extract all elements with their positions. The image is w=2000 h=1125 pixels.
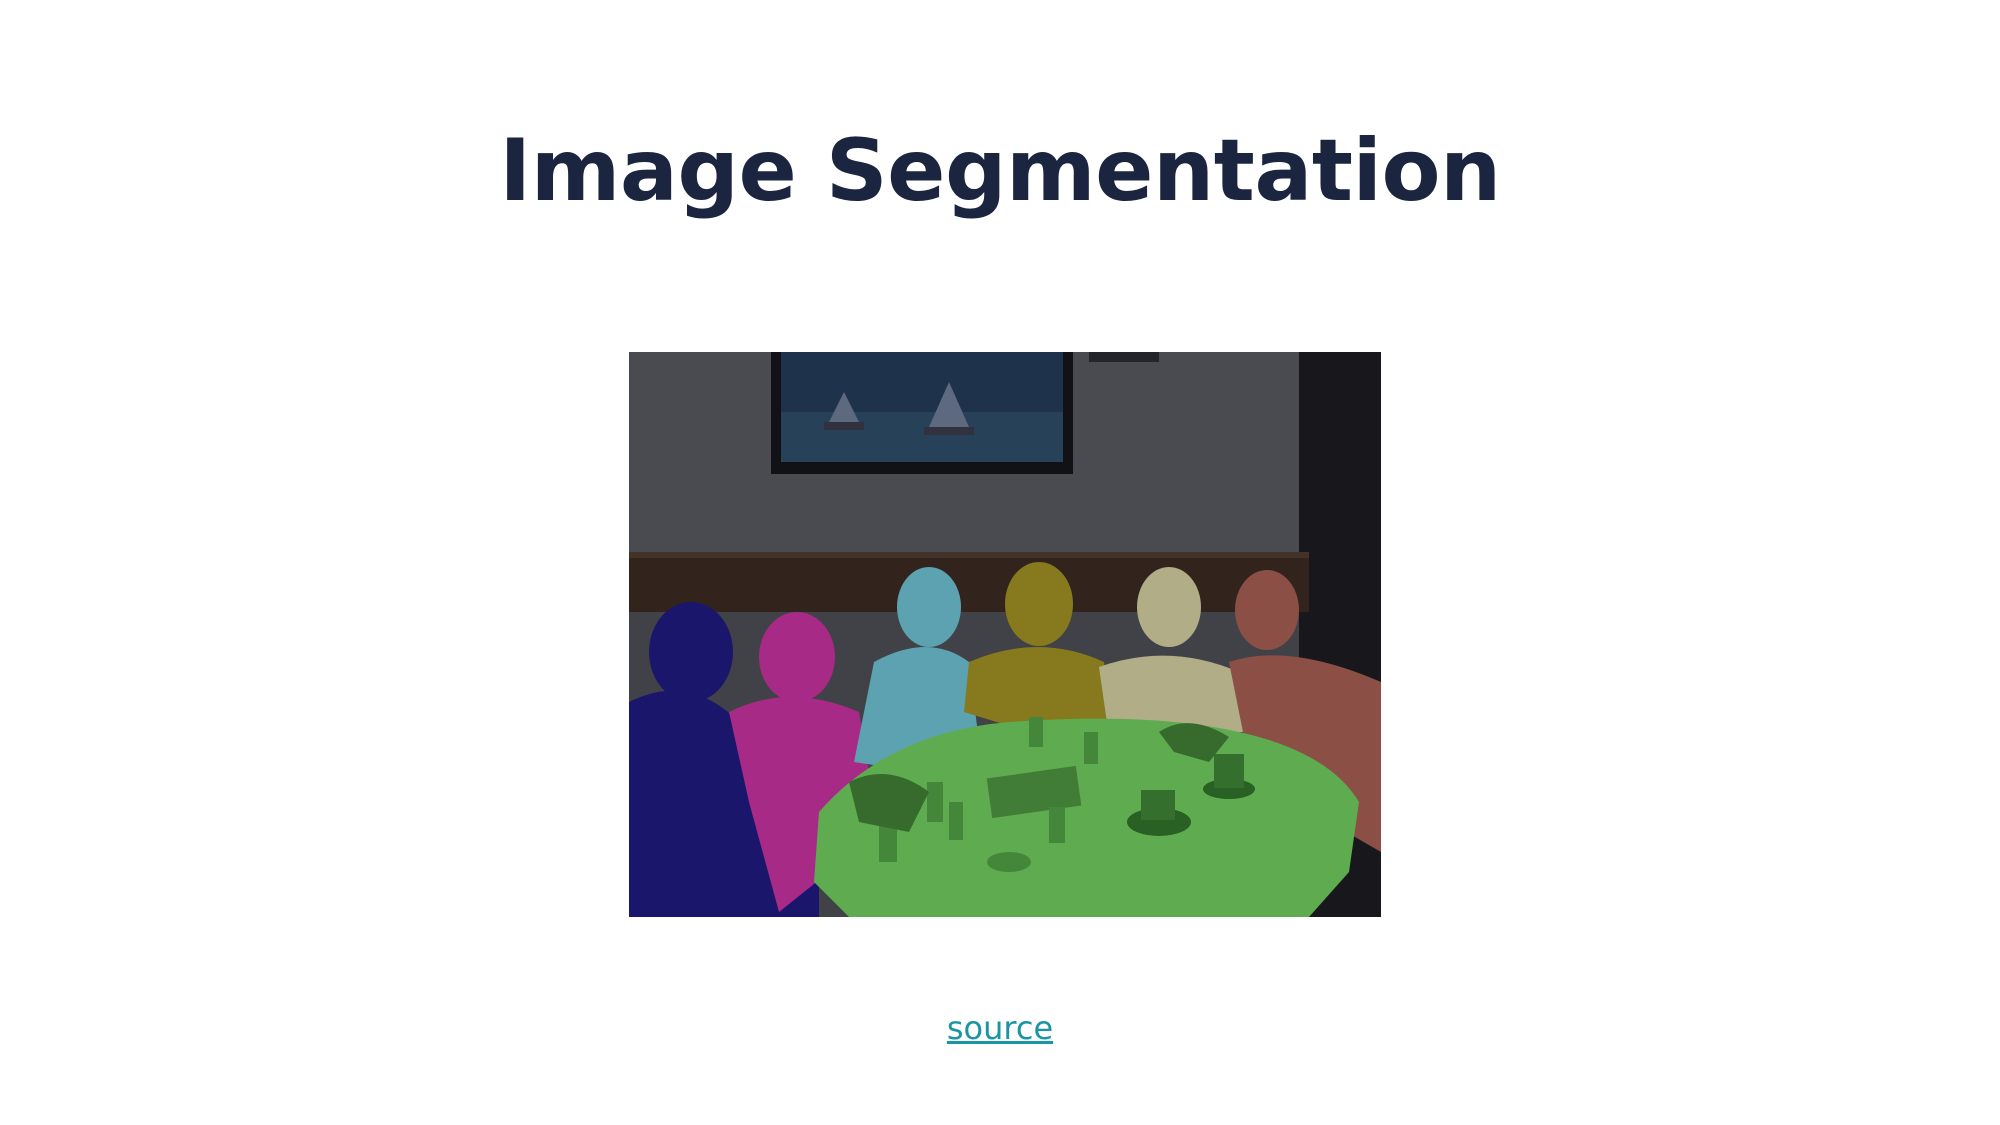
slide-title: Image Segmentation [499,121,1501,221]
segmentation-image [629,352,1381,917]
source-link[interactable]: source [0,1004,2000,1052]
